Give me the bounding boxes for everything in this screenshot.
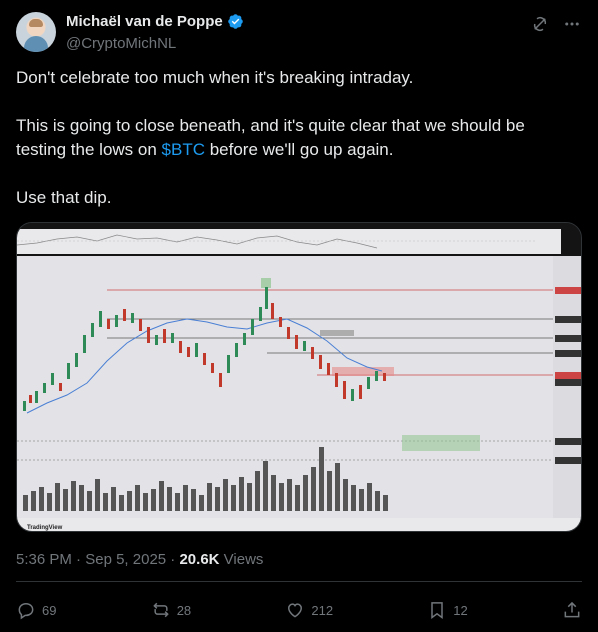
tweet-meta: 5:36 PM · Sep 5, 2025 · 20.6K Views <box>16 551 263 568</box>
tweet-time[interactable]: 5:36 PM <box>16 551 72 568</box>
bookmark-count: 12 <box>453 602 468 618</box>
tradingview-logo: TradingView <box>27 525 63 531</box>
reply-icon <box>18 602 34 620</box>
tweet-header: Michaël van de Poppe @CryptoMichNL <box>16 12 582 56</box>
tweet-line-2-end: before we'll go up again. <box>205 140 394 159</box>
like-count: 212 <box>311 602 334 618</box>
reply-button[interactable]: 69 <box>16 600 56 620</box>
chart-image[interactable]: TradingView <box>16 222 582 532</box>
repost-count: 28 <box>176 602 192 618</box>
share-icon <box>564 601 580 618</box>
verified-badge-icon <box>227 14 243 29</box>
bookmark-icon <box>431 602 444 619</box>
display-name[interactable]: Michaël van de Poppe <box>66 13 223 30</box>
tweet-date[interactable]: Sep 5, 2025 <box>85 551 166 568</box>
action-bar: 69 28 212 12 <box>16 592 582 628</box>
view-count: 20.6K <box>179 551 220 568</box>
bookmark-button[interactable]: 12 <box>427 600 468 620</box>
more-icon[interactable] <box>562 14 582 34</box>
chart-image-graphic: TradingView <box>17 223 581 531</box>
repost-icon <box>152 602 169 618</box>
tweet-line-1: Don't celebrate too much when it's break… <box>16 68 414 87</box>
tweet-line-3: Use that dip. <box>16 188 112 207</box>
repost-button[interactable]: 28 <box>151 600 191 620</box>
like-button[interactable]: 212 <box>285 600 333 620</box>
name-row: Michaël van de Poppe <box>66 13 244 30</box>
share-button[interactable] <box>562 600 582 620</box>
meta-separator: · <box>71 551 86 568</box>
cashtag-link[interactable]: $BTC <box>162 140 205 159</box>
heart-icon <box>288 603 303 618</box>
tweet-line-2: This is going to close beneath, and it's… <box>16 114 576 162</box>
avatar[interactable] <box>16 12 56 52</box>
header-icons <box>530 14 582 34</box>
reply-count: 69 <box>42 602 57 618</box>
views-label: Views <box>219 551 264 568</box>
divider <box>16 581 582 582</box>
grok-icon[interactable] <box>530 14 550 34</box>
user-handle[interactable]: @CryptoMichNL <box>66 35 176 52</box>
tweet-text: Don't celebrate too much when it's break… <box>16 66 576 234</box>
meta-separator: · <box>166 551 180 568</box>
